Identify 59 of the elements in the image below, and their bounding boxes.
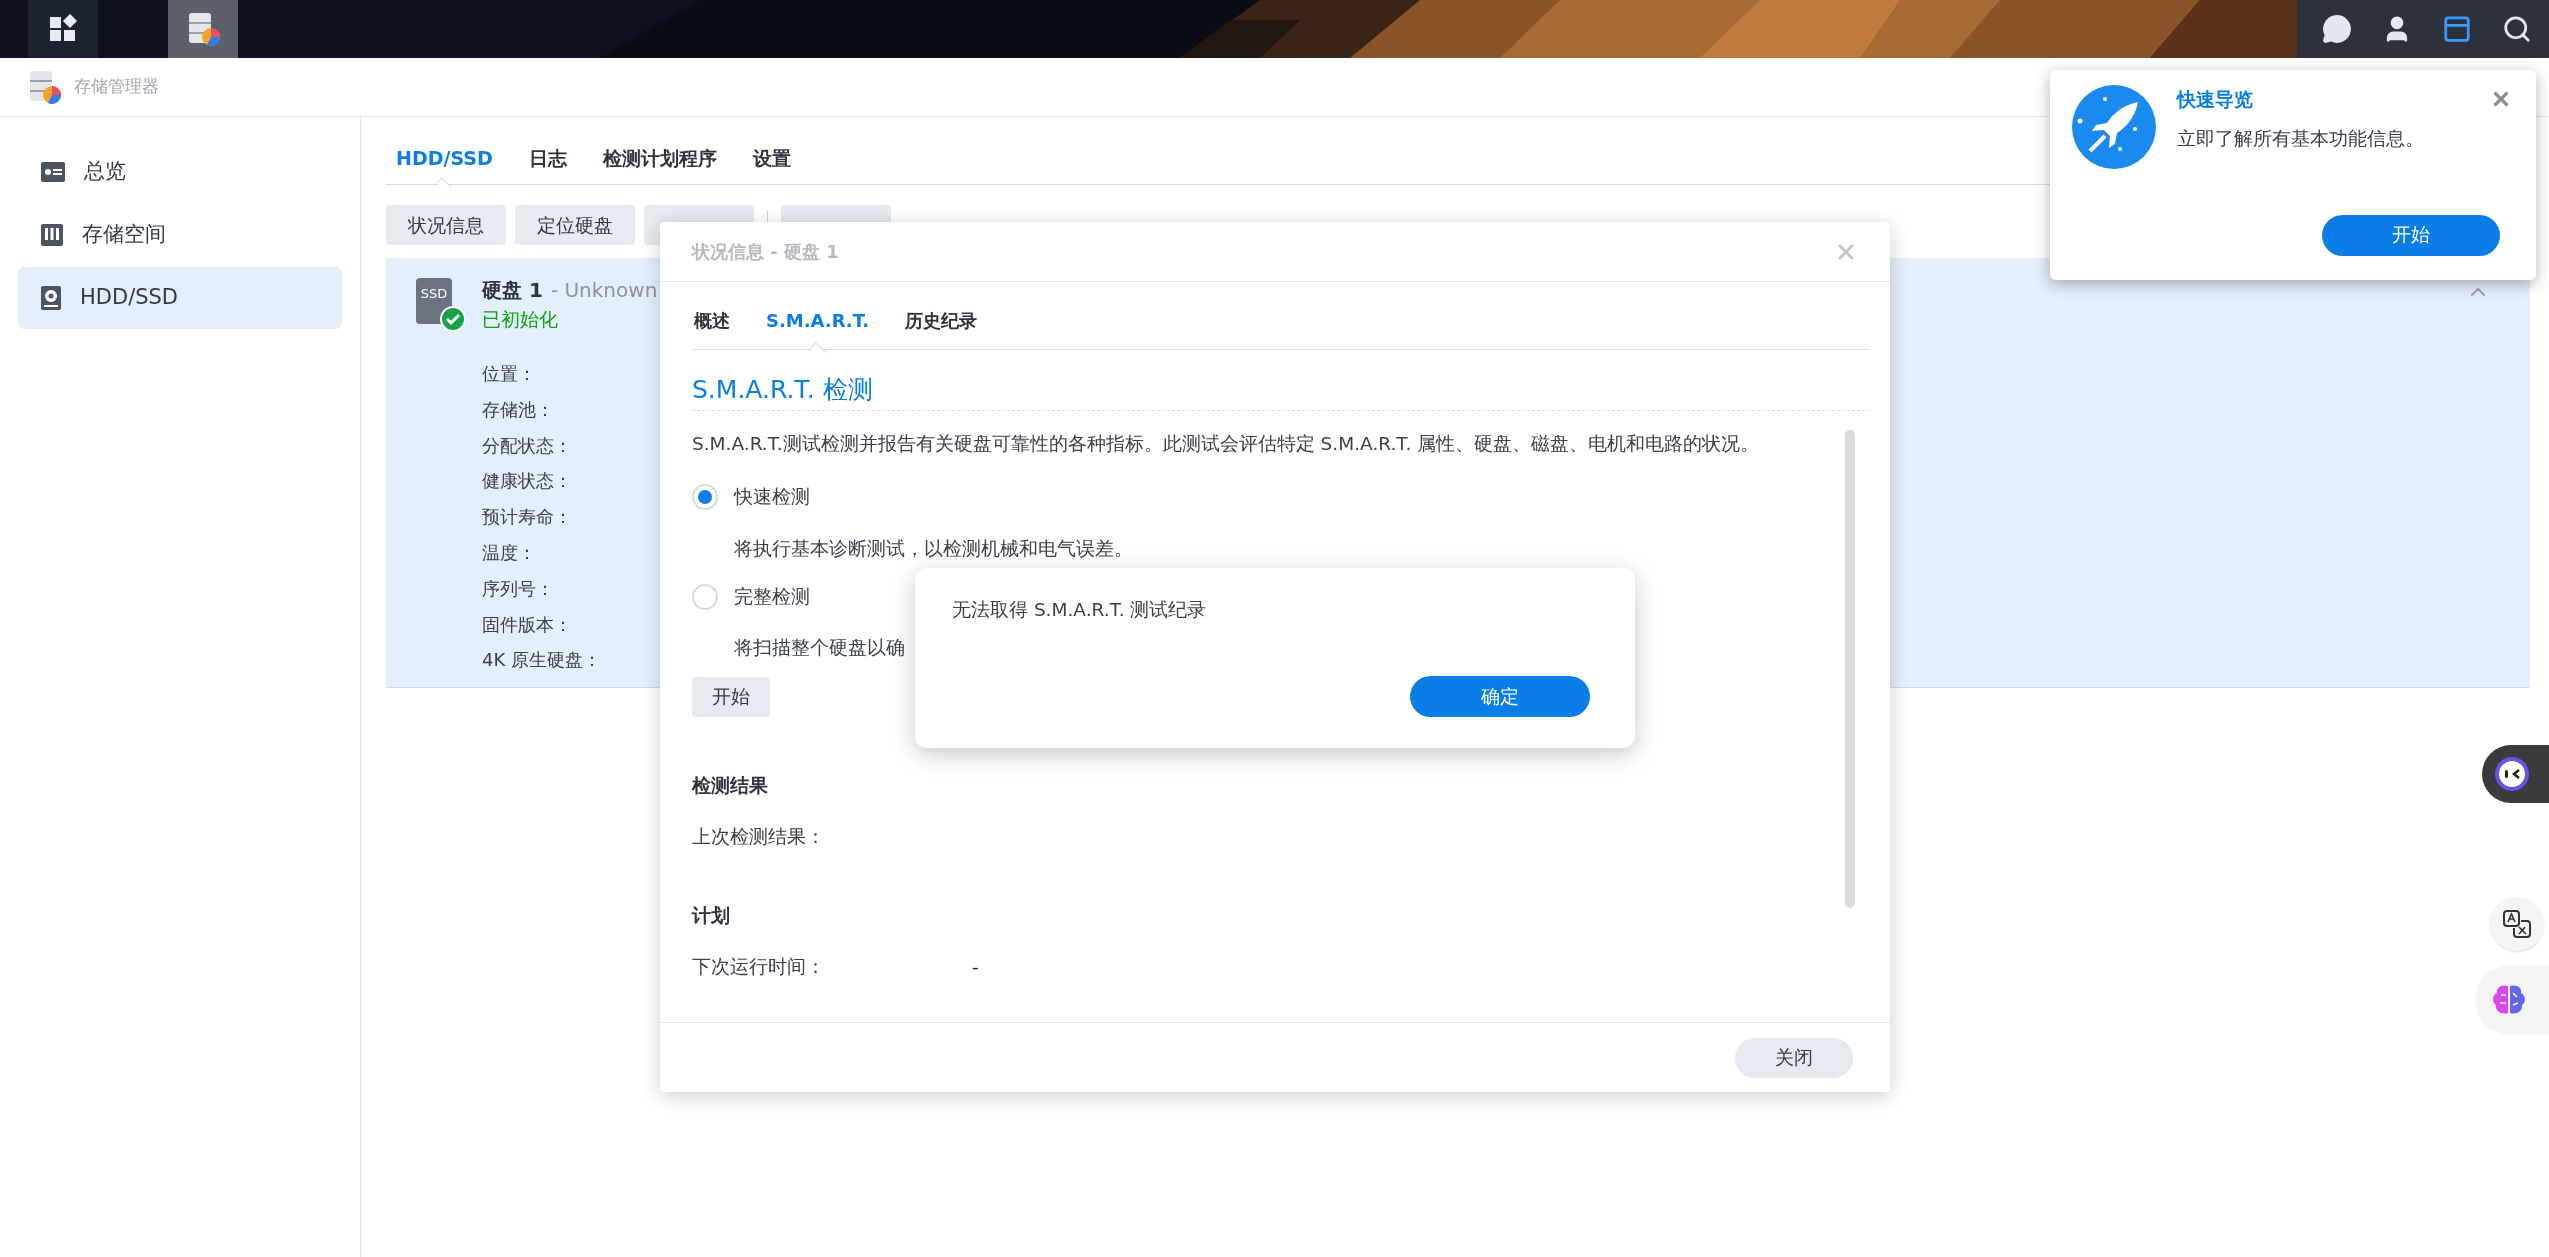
window-title: 存储管理器 — [74, 75, 159, 99]
assistant-button[interactable] — [2482, 745, 2549, 803]
start-button[interactable]: 开始 — [692, 677, 770, 717]
field-label: 健康状态： — [482, 469, 573, 494]
tab[interactable]: 概述 — [694, 307, 730, 349]
check-icon — [440, 306, 466, 332]
storage-columns-icon — [40, 223, 64, 247]
section-title: 检测结果 — [692, 772, 768, 798]
field-label: 分配状态： — [482, 433, 573, 458]
tab[interactable]: 设置 — [752, 144, 791, 184]
tour-message: 立即了解所有基本功能信息。 — [2177, 127, 2425, 151]
tab[interactable]: 历史纪录 — [905, 307, 978, 349]
scrollbar[interactable] — [1845, 430, 1855, 908]
info-value: - — [972, 955, 979, 980]
close-button[interactable]: 关闭 — [1735, 1037, 1853, 1078]
disk-name: 硬盘 1 — [482, 277, 543, 304]
tour-title: 快速导览 — [2177, 86, 2253, 112]
field-label: 4K 原生硬盘： — [482, 648, 602, 673]
tab[interactable]: 日志 — [528, 144, 567, 184]
alert-message: 无法取得 S.M.A.R.T. 测试纪录 — [952, 598, 1207, 623]
field-label: 预计寿命： — [482, 505, 573, 530]
search-icon — [2502, 14, 2532, 44]
radio-button[interactable] — [692, 484, 718, 510]
widgets-icon — [2442, 14, 2472, 44]
ok-button[interactable]: 确定 — [1410, 676, 1590, 717]
translate-icon — [2502, 909, 2532, 939]
info-label: 下次运行时间： — [692, 955, 826, 980]
sidebar-item[interactable]: HDD/SSD — [18, 267, 342, 329]
field-label: 序列号： — [482, 576, 555, 601]
option-label: 快速检测 — [734, 485, 810, 510]
info-label: 上次检测结果： — [692, 825, 826, 850]
option-label: 完整检测 — [734, 585, 810, 610]
field-label: 位置： — [482, 362, 537, 386]
face-icon — [2494, 756, 2530, 792]
brain-button[interactable] — [2475, 965, 2549, 1035]
description: S.M.A.R.T.测试检测并报告有关硬盘可靠性的各种指标。此测试会评估特定 S.M.A.R.T. 属性、硬盘、磁盘、电机和电路的状况。 — [692, 432, 1760, 457]
disk-status: 已初始化 — [482, 307, 559, 332]
toolbar-button[interactable]: 定位硬盘 — [515, 205, 635, 245]
radio-button[interactable] — [692, 584, 718, 610]
sidebar-item[interactable]: 存储空间 — [18, 204, 342, 266]
field-label: 存储池： — [482, 397, 555, 422]
grid-icon — [48, 14, 78, 44]
tab[interactable]: 检测计划程序 — [602, 144, 717, 184]
section-heading: S.M.A.R.T. 检测 — [692, 374, 873, 407]
disk-model: - Unknown — [550, 277, 658, 304]
taskbar-app-button[interactable] — [28, 0, 98, 58]
rocket-icon — [2072, 85, 2156, 169]
chat-icon — [2322, 14, 2352, 44]
option-hint: 将执行基本诊断测试，以检测机械和电气误差。 — [734, 537, 1133, 562]
field-label: 温度： — [482, 541, 537, 565]
toolbar-button[interactable]: 状况信息 — [386, 205, 506, 245]
option-hint: 将扫描整个硬盘以确 — [734, 636, 905, 661]
field-label: 固件版本： — [482, 612, 573, 637]
section-title: 计划 — [692, 902, 730, 928]
dialog-title: 状况信息 - 硬盘 1 — [692, 240, 839, 264]
tour-start-button[interactable]: 开始 — [2322, 214, 2500, 256]
sidebar-item[interactable]: 总览 — [18, 141, 342, 203]
overview-icon — [40, 161, 66, 183]
brain-icon — [2491, 983, 2527, 1017]
